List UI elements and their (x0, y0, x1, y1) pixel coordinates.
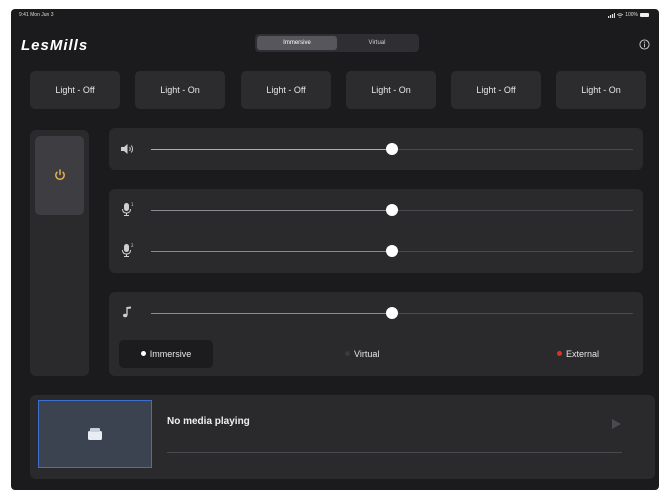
light-button-4[interactable]: Light - On (346, 71, 436, 109)
music-note-icon (123, 306, 131, 318)
source-external-dot (557, 351, 562, 357)
source-virtual-dot (345, 351, 350, 357)
status-time: 9:41 (19, 12, 29, 18)
lights-row: Light - Off Light - On Light - Off Light… (30, 71, 655, 109)
music-source-selector: Immersive Virtual External (119, 340, 639, 368)
light-button-3[interactable]: Light - Off (241, 71, 331, 109)
svg-text:1: 1 (131, 202, 134, 207)
light-button-6[interactable]: Light - On (556, 71, 646, 109)
music-slider-thumb[interactable] (386, 307, 398, 319)
wifi-icon (617, 12, 624, 18)
microphone-1-slider-fill (151, 210, 392, 211)
source-external[interactable]: External (557, 340, 599, 368)
microphone-2-slider-fill (151, 251, 392, 252)
music-card: Immersive Virtual External (109, 292, 643, 376)
music-slider-fill (151, 313, 392, 314)
ipad-screen: 9:41 Mon Jun 3 100% LesMills Immersive V… (11, 9, 659, 490)
source-immersive[interactable]: Immersive (119, 340, 213, 368)
tab-immersive[interactable]: Immersive (257, 36, 337, 50)
media-player: No media playing (30, 395, 655, 479)
volume-slider[interactable] (151, 142, 633, 156)
tab-virtual[interactable]: Virtual (337, 36, 417, 50)
play-icon[interactable] (610, 418, 622, 430)
battery-icon (640, 13, 649, 17)
media-title: No media playing (167, 416, 250, 427)
mode-segmented-control: Immersive Virtual (255, 34, 419, 52)
microphone-2-slider-thumb[interactable] (386, 245, 398, 257)
battery-percent: 100% (625, 12, 638, 18)
power-icon (55, 169, 65, 181)
light-button-2[interactable]: Light - On (135, 71, 225, 109)
microphone-1-slider[interactable] (151, 203, 633, 217)
les-mills-logo: LesMills (21, 37, 89, 54)
source-immersive-label: Immersive (149, 349, 192, 359)
microphone-2-slider[interactable] (151, 244, 633, 258)
music-slider[interactable] (151, 306, 633, 320)
microphone-1-icon: 1 (122, 202, 134, 216)
status-left: 9:41 Mon Jun 3 (19, 12, 53, 18)
status-bar: 9:41 Mon Jun 3 100% (11, 9, 659, 21)
media-placeholder-icon (88, 428, 102, 440)
info-icon[interactable] (639, 39, 650, 50)
source-external-label: External (566, 349, 600, 359)
status-date: Mon Jun 3 (30, 12, 54, 18)
media-artwork[interactable] (38, 400, 152, 468)
speaker-icon (121, 144, 134, 154)
volume-slider-fill (151, 149, 392, 150)
source-virtual-label: Virtual (354, 349, 380, 359)
power-panel (30, 130, 89, 376)
cellular-signal-icon (608, 12, 616, 18)
microphone-1-slider-thumb[interactable] (386, 204, 398, 216)
source-immersive-dot (140, 351, 146, 357)
source-virtual[interactable]: Virtual (345, 340, 379, 368)
power-button[interactable] (35, 136, 84, 215)
microphone-2-icon: 2 (122, 243, 134, 257)
svg-text:2: 2 (131, 243, 134, 248)
media-progress-bar[interactable] (167, 452, 622, 453)
status-right: 100% (608, 12, 649, 18)
light-button-5[interactable]: Light - Off (451, 71, 541, 109)
light-button-1[interactable]: Light - Off (30, 71, 120, 109)
microphones-card: 1 2 (109, 189, 643, 273)
volume-slider-thumb[interactable] (386, 143, 398, 155)
volume-card (109, 128, 643, 170)
